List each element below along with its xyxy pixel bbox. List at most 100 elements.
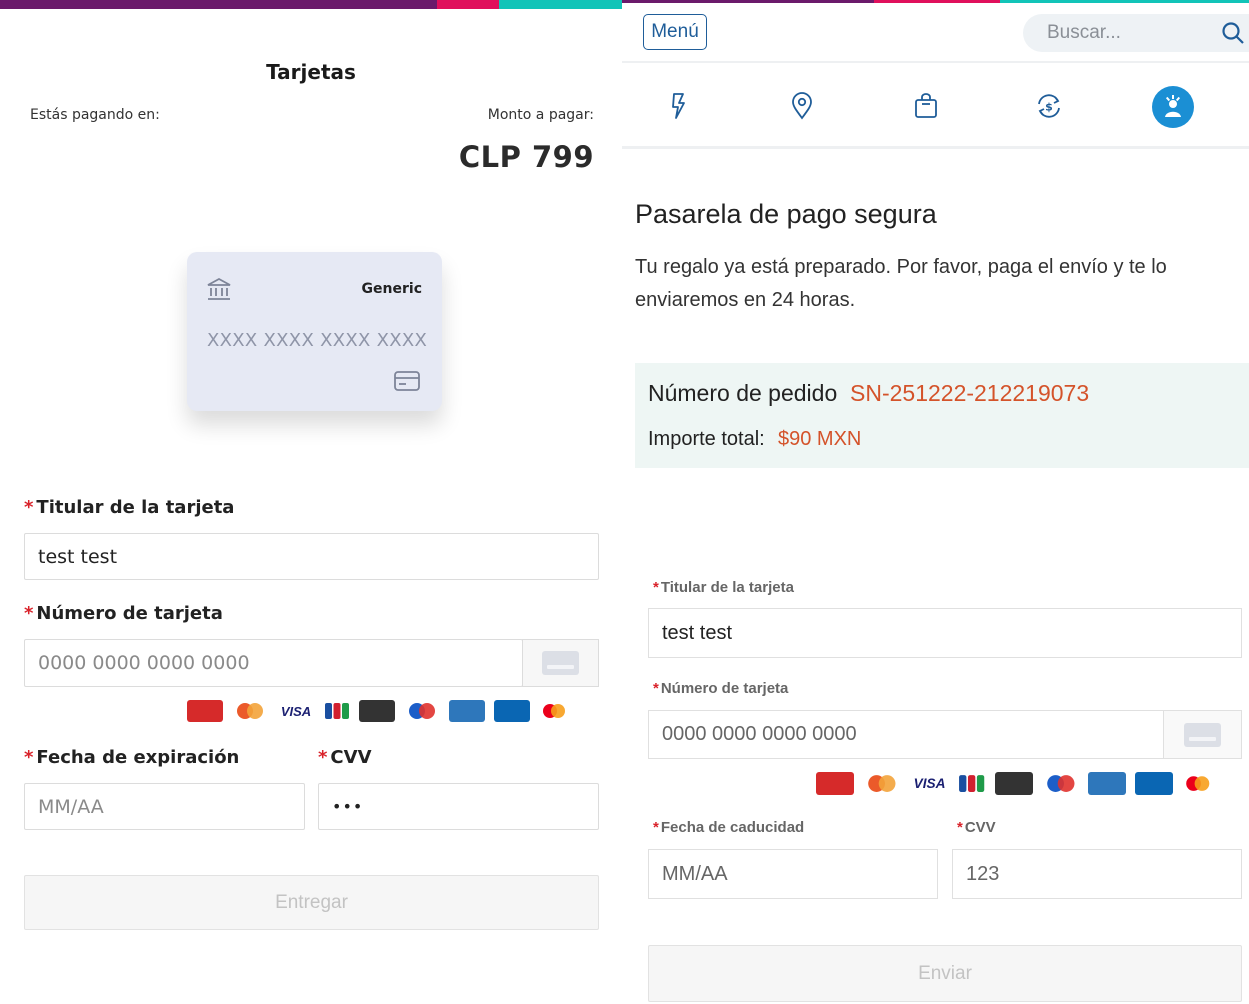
card-number-input[interactable]: 0000 0000 0000 0000 [24, 639, 523, 687]
holder-label: * Titular de la tarjeta [653, 579, 794, 596]
page-title: Tarjetas [266, 60, 356, 84]
card-logos-row: VISA [816, 772, 1222, 796]
nav-gift[interactable] [1152, 86, 1194, 128]
required-mark: * [24, 747, 34, 768]
gateway-description: Tu regalo ya está preparado. Por favor, … [635, 256, 1167, 311]
top-stripe-purple [0, 0, 437, 9]
card-brand: Generic [361, 281, 422, 297]
expiry-input[interactable]: MM/AA [24, 783, 305, 830]
mastercard-logo-2 [1182, 772, 1214, 795]
diners-logo [1135, 772, 1173, 796]
lightning-icon [672, 93, 685, 119]
top-stripe-teal [1000, 0, 1249, 3]
required-mark: * [24, 497, 34, 518]
card-placeholder-icon [542, 651, 579, 675]
card-preview: Generic XXXX XXXX XXXX XXXX [187, 252, 442, 411]
jcb-logo [324, 700, 350, 722]
nav-divider [622, 146, 1249, 149]
maestro-logo [404, 700, 440, 722]
card-type-addon [522, 639, 599, 687]
visa-logo: VISA [280, 703, 312, 719]
order-number-value: SN-251222-212219073 [850, 380, 1090, 406]
card-number-label: * Número de tarjeta [24, 603, 223, 624]
cvv-label-text: CVV [964, 819, 996, 836]
jcb-logo [958, 772, 985, 795]
card-icon [394, 371, 420, 391]
cvv-input[interactable]: ••• [318, 783, 599, 830]
expiry-input[interactable]: MM/AA [648, 849, 938, 899]
card-preview-number: XXXX XXXX XXXX XXXX [207, 330, 428, 351]
top-stripe-purple [622, 0, 874, 3]
unionpay-logo [816, 772, 854, 796]
cvv-label-text: CVV [330, 747, 372, 768]
card-number-label-text: Número de tarjeta [36, 603, 223, 624]
amount-label: Monto a pagar: [487, 107, 594, 123]
nav-location[interactable] [780, 84, 824, 128]
required-mark: * [957, 819, 963, 836]
card-logos-row: VISA [187, 700, 578, 722]
card-placeholder-icon [1184, 722, 1221, 747]
required-mark: * [24, 603, 34, 624]
icon-nav-bar: $ [622, 84, 1249, 132]
gift-person-icon [1165, 95, 1181, 117]
left-payment-panel: Tarjetas Estás pagando en: Monto a pagar… [0, 0, 622, 1004]
required-mark: * [653, 819, 659, 836]
amex-logo [1088, 772, 1127, 796]
required-mark: * [318, 747, 328, 768]
expiry-label: * Fecha de expiración [24, 747, 239, 768]
svg-text:$: $ [1045, 101, 1053, 114]
visa-logo: VISA [913, 776, 946, 792]
amex-logo [449, 700, 485, 722]
holder-label-text: Titular de la tarjeta [36, 497, 235, 518]
unionpay-logo [187, 700, 223, 722]
expiry-label: * Fecha de caducidad [653, 819, 804, 836]
total-value: $90 MXN [778, 428, 862, 450]
expiry-label-text: Fecha de expiración [36, 747, 240, 768]
submit-button[interactable]: Enviar [648, 945, 1242, 1002]
holder-input[interactable]: test test [24, 533, 599, 580]
order-number-label: Número de pedido [648, 380, 838, 406]
amount-value: CLP 799 [458, 140, 594, 174]
card-number-label: * Número de tarjeta [653, 680, 788, 697]
card-number-input[interactable]: 0000 0000 0000 0000 [648, 710, 1164, 759]
holder-input[interactable]: test test [648, 608, 1242, 658]
mastercard-logo [863, 772, 901, 795]
nav-flash-deals[interactable] [656, 84, 700, 128]
cvv-input[interactable]: 123 [952, 849, 1242, 899]
top-stripe-teal [499, 0, 622, 9]
expiry-label-text: Fecha de caducidad [660, 819, 805, 836]
diners-logo [494, 700, 530, 722]
right-payment-panel: Menú $ [622, 0, 1249, 1004]
maestro-logo [1042, 772, 1080, 795]
required-mark: * [653, 579, 659, 596]
gateway-title: Pasarela de pago segura [635, 199, 937, 229]
cvv-label: * CVV [318, 747, 372, 768]
nav-shopping[interactable] [904, 84, 948, 128]
header-divider [622, 61, 1249, 63]
search-box [1023, 14, 1249, 52]
card-type-addon [1163, 710, 1242, 759]
cvv-label: * CVV [957, 819, 996, 836]
submit-button[interactable]: Entregar [24, 875, 599, 930]
menu-button[interactable]: Menú [643, 14, 707, 50]
card-number-label-text: Número de tarjeta [660, 680, 789, 697]
total-label: Importe total: [648, 428, 765, 450]
search-input[interactable] [1047, 20, 1197, 46]
nav-exchange[interactable]: $ [1027, 84, 1071, 128]
top-stripe-pink [874, 0, 1000, 3]
currency-exchange-icon: $ [1038, 94, 1060, 118]
mastercard-logo-2 [539, 700, 569, 722]
required-mark: * [653, 680, 659, 697]
holder-label-text: Titular de la tarjeta [660, 579, 794, 596]
bank-icon [207, 277, 231, 300]
holder-label: * Titular de la tarjeta [24, 497, 234, 518]
shopping-bag-icon [915, 93, 937, 118]
order-summary-box: Número de pedido SN-251222-212219073 Imp… [635, 363, 1249, 468]
search-icon[interactable] [1221, 21, 1245, 45]
location-pin-icon [792, 92, 812, 120]
mastercard-logo [232, 700, 268, 722]
discover-logo [994, 772, 1033, 796]
discover-logo [359, 700, 395, 722]
paying-at-label: Estás pagando en: [30, 107, 160, 123]
top-stripe-pink [437, 0, 499, 9]
